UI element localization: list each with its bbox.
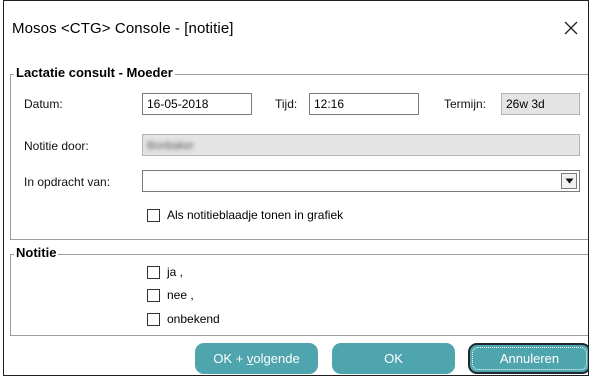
- window-title: Mosos <CTG> Console - [notitie]: [12, 20, 234, 37]
- termijn-label: Termijn:: [444, 97, 487, 111]
- ja-label: ja ,: [167, 265, 184, 279]
- opdracht-dropdown[interactable]: [142, 170, 580, 192]
- toon-in-grafiek-checkbox[interactable]: [147, 208, 160, 222]
- nee-checkbox[interactable]: [147, 288, 160, 302]
- termijn-field: 26w 3d: [501, 93, 580, 115]
- onbekend-checkbox[interactable]: [147, 312, 160, 326]
- annuleren-button[interactable]: Annuleren: [468, 343, 588, 374]
- nee-label: nee ,: [167, 288, 194, 302]
- notitie-door-label: Notitie door:: [24, 139, 89, 153]
- close-icon: [564, 21, 578, 35]
- title-bar: Mosos <CTG> Console - [notitie]: [4, 1, 588, 43]
- notitie-door-value: Bonbaker: [147, 140, 195, 152]
- onbekend-label: onbekend: [167, 312, 220, 326]
- toon-in-grafiek-label: Als notitieblaadje tonen in grafiek: [167, 208, 344, 222]
- datum-field[interactable]: 16-05-2018: [142, 93, 252, 115]
- ok-label: OK: [384, 351, 403, 366]
- notitie-group-label: Notitie: [14, 245, 59, 260]
- chevron-down-icon: [565, 178, 573, 184]
- annuleren-label: Annuleren: [499, 351, 560, 366]
- ja-checkbox[interactable]: [147, 265, 160, 279]
- dropdown-arrow-button[interactable]: [561, 173, 577, 189]
- notitie-option-onbekend[interactable]: onbekend: [147, 312, 220, 326]
- notitie-door-field: Bonbaker: [142, 134, 580, 156]
- tijd-label: Tijd:: [275, 97, 298, 111]
- ok-button[interactable]: OK: [332, 343, 455, 374]
- datum-label: Datum:: [24, 97, 63, 111]
- dialog-window: Mosos <CTG> Console - [notitie] Lactatie…: [3, 0, 589, 376]
- notitie-group: [10, 254, 588, 336]
- tijd-field[interactable]: 12:16: [309, 93, 419, 115]
- ok-volgende-label: OK + volgende: [213, 351, 299, 366]
- opdracht-label: In opdracht van:: [24, 175, 111, 189]
- ok-volgende-prefix: OK +: [213, 351, 247, 366]
- ok-volgende-button[interactable]: OK + volgende: [195, 343, 318, 374]
- toon-in-grafiek-option[interactable]: Als notitieblaadje tonen in grafiek: [147, 208, 343, 222]
- notitie-option-ja[interactable]: ja ,: [147, 265, 183, 279]
- ok-volgende-suffix: olgende: [253, 351, 300, 366]
- notitie-option-nee[interactable]: nee ,: [147, 288, 194, 302]
- close-button[interactable]: [558, 15, 584, 41]
- lactatie-group-label: Lactatie consult - Moeder: [14, 65, 175, 80]
